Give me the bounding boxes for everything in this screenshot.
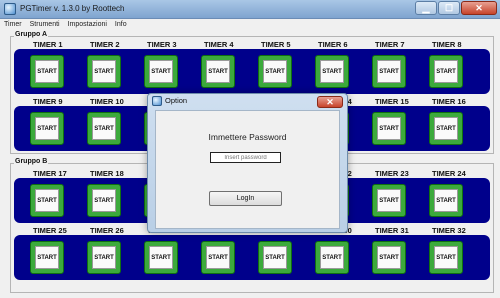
menu-bar: Timer Strumenti Impostazioni Info [0,19,500,30]
close-button[interactable]: ✕ [461,1,497,15]
timer-label: TIMER 16 [432,97,466,106]
timer-label: TIMER 26 [90,226,124,235]
login-button[interactable]: LogIn [209,191,282,206]
start-button-label: START [320,246,344,269]
start-button[interactable]: START [87,55,121,88]
start-button[interactable]: START [429,112,463,145]
dialog-close-button[interactable]: ✕ [317,96,343,108]
start-button-label: START [206,246,230,269]
group-b-label: Gruppo B [14,158,49,165]
start-button-label: START [92,189,116,212]
start-button-label: START [377,246,401,269]
start-button-label: START [92,117,116,140]
window-titlebar: PGTimer v. 1.3.0 by Roottech ▁ ☐ ✕ [0,0,500,19]
timer-label: TIMER 6 [318,40,348,49]
start-button-label: START [149,60,173,83]
start-button-label: START [149,246,173,269]
start-button-label: START [434,246,458,269]
timer-label: TIMER 32 [432,226,466,235]
password-heading: Immettere Password [208,132,287,142]
group-a-row-1 [14,49,490,94]
start-button-label: START [206,60,230,83]
close-icon: ✕ [475,3,483,13]
timer-label: TIMER 10 [90,97,124,106]
maximize-button[interactable]: ☐ [438,1,460,15]
start-button-label: START [35,60,59,83]
start-button-label: START [35,117,59,140]
timer-label: TIMER 24 [432,169,466,178]
start-button-label: START [377,189,401,212]
menu-timer[interactable]: Timer [0,19,26,30]
password-input[interactable] [210,152,281,163]
minimize-button[interactable]: ▁ [415,1,437,15]
start-button[interactable]: START [87,184,121,217]
start-button[interactable]: START [372,112,406,145]
start-button-label: START [35,189,59,212]
timer-label: TIMER 5 [261,40,291,49]
window-controls: ▁ ☐ ✕ [414,1,497,15]
group-a-label: Gruppo A [14,31,49,38]
start-button-label: START [434,189,458,212]
timer-label: TIMER 17 [33,169,67,178]
start-button-label: START [320,60,344,83]
start-button-label: START [35,246,59,269]
start-button[interactable]: START [372,184,406,217]
start-button[interactable]: START [30,241,64,274]
start-button[interactable]: START [144,55,178,88]
start-button[interactable]: START [372,55,406,88]
timer-label: TIMER 31 [375,226,409,235]
start-button[interactable]: START [30,184,64,217]
start-button-label: START [377,60,401,83]
start-button[interactable]: START [258,241,292,274]
timer-label: TIMER 25 [33,226,67,235]
start-button[interactable]: START [429,241,463,274]
timer-label: TIMER 9 [33,97,63,106]
timer-label: TIMER 23 [375,169,409,178]
start-button[interactable]: START [87,241,121,274]
start-button-label: START [263,246,287,269]
window-title: PGTimer v. 1.3.0 by Roottech [20,4,125,13]
timer-label: TIMER 8 [432,40,462,49]
start-button[interactable]: START [144,241,178,274]
start-button[interactable]: START [30,112,64,145]
timer-label: TIMER 15 [375,97,409,106]
timer-label: TIMER 4 [204,40,234,49]
timer-label: TIMER 1 [33,40,63,49]
start-button-label: START [434,117,458,140]
dialog-title: Option [165,96,188,105]
minimize-icon: ▁ [422,3,430,13]
start-button[interactable]: START [429,184,463,217]
dialog-app-icon [152,96,162,106]
start-button[interactable]: START [315,241,349,274]
app-icon [4,3,16,15]
start-button[interactable]: START [372,241,406,274]
timer-label: TIMER 18 [90,169,124,178]
option-dialog: Option ✕ Immettere Password LogIn [147,93,348,233]
start-button[interactable]: START [429,55,463,88]
start-button[interactable]: START [201,55,235,88]
start-button[interactable]: START [30,55,64,88]
start-button-label: START [434,60,458,83]
start-button-label: START [92,246,116,269]
close-icon: ✕ [326,97,334,107]
timer-label: TIMER 2 [90,40,120,49]
start-button[interactable]: START [258,55,292,88]
start-button-label: START [263,60,287,83]
start-button[interactable]: START [201,241,235,274]
menu-info[interactable]: Info [111,19,131,30]
start-button-label: START [92,60,116,83]
timer-label: TIMER 7 [375,40,405,49]
timer-label: TIMER 3 [147,40,177,49]
menu-impostazioni[interactable]: Impostazioni [64,19,111,30]
start-button[interactable]: START [315,55,349,88]
dialog-body: Immettere Password LogIn [155,110,340,229]
group-b-row-2 [14,235,490,280]
start-button[interactable]: START [87,112,121,145]
maximize-icon: ☐ [444,3,454,13]
menu-strumenti[interactable]: Strumenti [26,19,64,30]
start-button-label: START [377,117,401,140]
